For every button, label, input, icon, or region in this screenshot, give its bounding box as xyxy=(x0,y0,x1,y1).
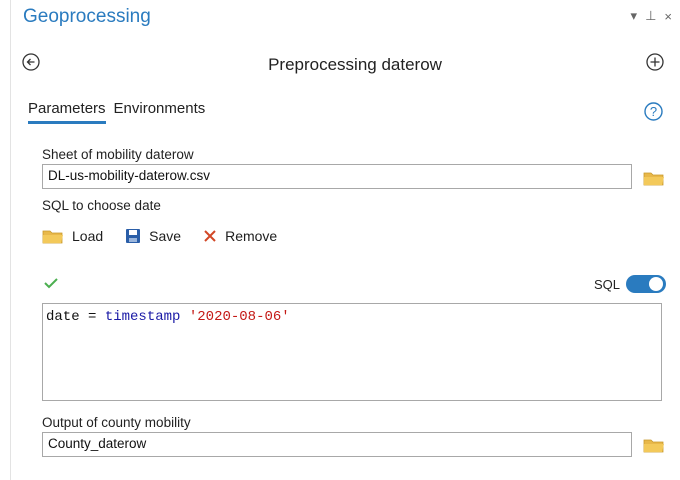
sql-label: SQL to choose date xyxy=(42,198,161,213)
window-controls: ▾ ⊥ × xyxy=(631,8,672,24)
load-label: Load xyxy=(72,228,104,244)
tool-title: Preprocessing daterow xyxy=(268,55,442,74)
sql-toggle[interactable]: SQL xyxy=(594,275,666,293)
remove-button[interactable]: Remove xyxy=(203,228,277,244)
save-button[interactable]: Save xyxy=(125,228,181,244)
remove-icon xyxy=(204,230,216,242)
sheet-input[interactable]: DL-us-mobility-daterow.csv xyxy=(42,164,632,189)
sql-field-token: date xyxy=(46,309,80,325)
remove-label: Remove xyxy=(225,228,278,244)
sql-string-token: '2020-08-06' xyxy=(188,309,290,325)
save-icon xyxy=(126,229,141,243)
output-input[interactable]: County_daterow xyxy=(42,432,632,457)
sql-keyword-token: timestamp xyxy=(104,309,181,325)
svg-text:?: ? xyxy=(650,104,657,119)
sql-actions: Load Save Remove xyxy=(42,228,299,244)
sql-editor[interactable]: date = timestamp '2020-08-06' xyxy=(42,303,662,401)
folder-icon xyxy=(42,230,63,244)
folder-icon[interactable] xyxy=(643,437,665,453)
add-icon[interactable] xyxy=(646,53,664,71)
sql-toggle-label: SQL xyxy=(593,276,620,292)
sheet-label: Sheet of mobility daterow xyxy=(42,147,194,162)
pane-options-icon[interactable]: ▾ xyxy=(631,8,638,24)
sql-toggle-switch[interactable] xyxy=(626,275,666,293)
check-icon xyxy=(44,278,58,289)
tab-parameters[interactable]: Parameters xyxy=(28,100,106,124)
folder-icon[interactable] xyxy=(643,170,665,186)
pane-title: Geoprocessing xyxy=(23,6,151,27)
tool-tabs: Parameters Environments xyxy=(28,100,205,124)
tab-environments[interactable]: Environments xyxy=(114,100,206,124)
sql-operator-token: = xyxy=(88,309,97,325)
pin-icon[interactable]: ⊥ xyxy=(645,8,656,24)
output-label: Output of county mobility xyxy=(42,415,191,430)
close-icon[interactable]: × xyxy=(664,9,672,24)
save-label: Save xyxy=(149,228,182,244)
help-icon[interactable]: ? xyxy=(644,102,663,121)
load-button[interactable]: Load xyxy=(42,228,103,244)
